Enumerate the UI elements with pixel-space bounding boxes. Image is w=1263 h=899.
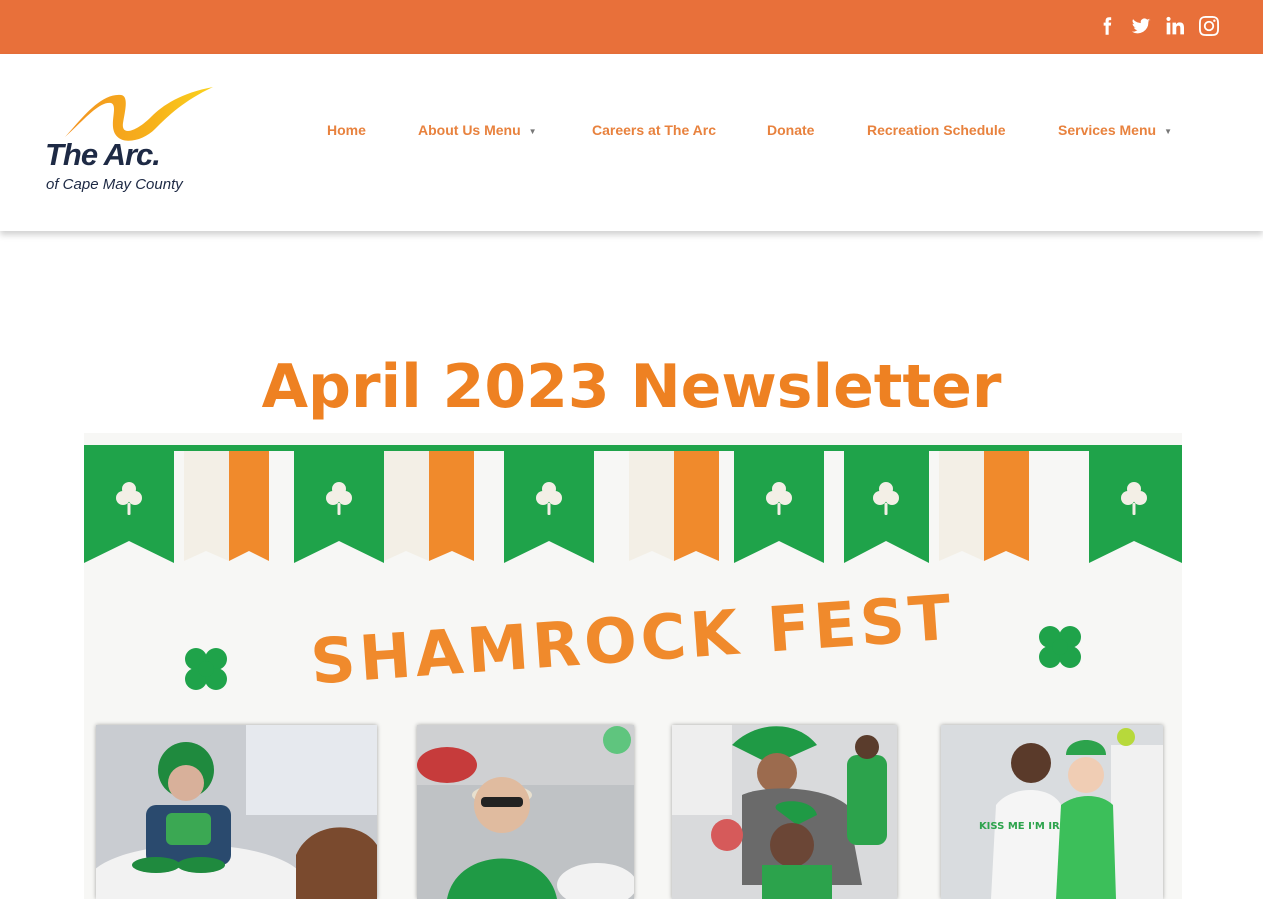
linkedin-icon[interactable] [1165,13,1185,39]
nav-recreation-schedule[interactable]: Recreation Schedule [867,122,1006,138]
bunting-banner: SHAMROCK FEST [84,433,1182,723]
event-photo-1 [96,725,377,899]
chevron-down-icon: ▼ [1164,126,1172,136]
instagram-icon[interactable] [1199,13,1219,39]
facebook-icon[interactable] [1097,13,1117,39]
page-title: April 2023 Newsletter [261,352,1002,423]
event-photo-4: KISS ME I'M IRISH [941,725,1163,899]
nav-about-us-menu[interactable]: About Us Menu ▼ [418,122,537,138]
event-photo-2 [417,725,634,899]
main-nav: Home About Us Menu ▼ Careers at The Arc D… [0,122,1263,144]
logo-subtitle: of Cape May County [46,176,183,193]
social-links [1097,13,1219,39]
twitter-icon[interactable] [1131,13,1151,39]
nav-about-label: About Us Menu [418,122,521,138]
nav-donate[interactable]: Donate [767,122,814,138]
site-header: The Arc. of Cape May County Home About U… [0,54,1263,231]
nav-home[interactable]: Home [327,122,366,138]
chevron-down-icon: ▼ [528,126,537,136]
event-photo-3 [672,725,897,899]
nav-careers[interactable]: Careers at The Arc [592,122,716,138]
nav-services-menu[interactable]: Services Menu ▼ [1058,122,1172,138]
newsletter-banner-image: SHAMROCK FEST KISS ME I'M IRISH [84,433,1182,899]
nav-services-label: Services Menu [1058,122,1157,138]
top-bar [0,0,1263,54]
